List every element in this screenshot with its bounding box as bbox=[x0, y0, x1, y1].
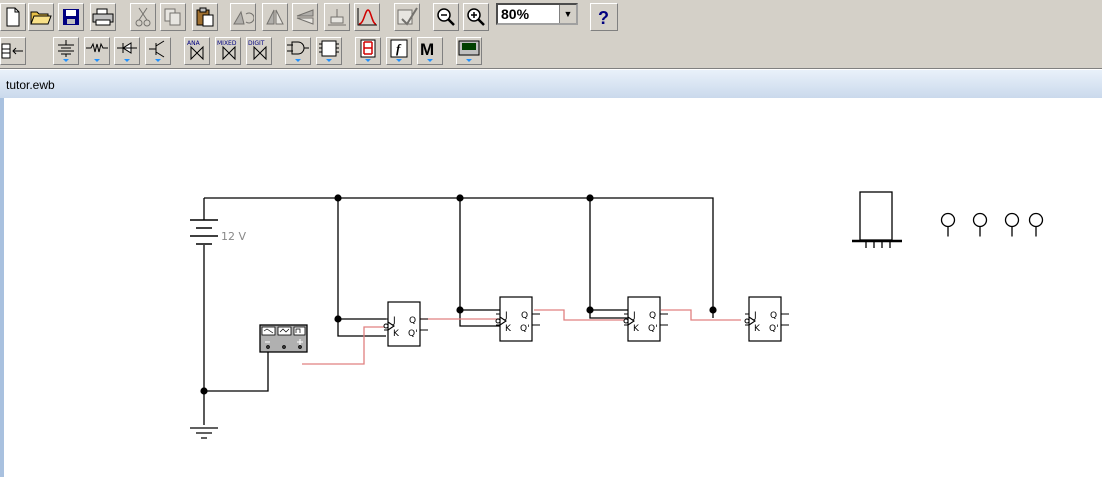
flipflop-pin-qn: Q' bbox=[520, 324, 530, 334]
flipflop-pin-qn: Q' bbox=[648, 324, 658, 334]
digital-bin-icon[interactable] bbox=[316, 37, 342, 65]
parts-toolbar: ANA MIXED DIGIT f M bbox=[0, 34, 1102, 69]
zoom-in-icon[interactable] bbox=[463, 3, 489, 31]
sources-bin-icon[interactable] bbox=[53, 37, 79, 65]
svg-text:M: M bbox=[420, 40, 434, 59]
miscellaneous-bin-icon[interactable]: M bbox=[417, 37, 443, 65]
zoom-out-icon[interactable] bbox=[433, 3, 459, 31]
svg-text:?: ? bbox=[598, 8, 609, 27]
jk-flipflop[interactable]: JKQQ' bbox=[383, 301, 428, 347]
jk-flipflop[interactable]: JKQQ' bbox=[495, 296, 540, 342]
flipflop-pin-q: Q bbox=[649, 311, 656, 321]
flip-horizontal-icon[interactable] bbox=[262, 3, 288, 31]
rotate-icon[interactable] bbox=[230, 3, 256, 31]
open-icon[interactable] bbox=[28, 3, 54, 31]
controls-bin-icon[interactable]: f bbox=[386, 37, 412, 65]
flipflop-pin-q: Q bbox=[521, 311, 528, 321]
mixed-ics-bin-icon[interactable]: MIXED bbox=[215, 37, 241, 65]
help-icon[interactable]: ? bbox=[590, 3, 618, 31]
graph-icon[interactable] bbox=[354, 3, 380, 31]
circuit-canvas[interactable]: 12 V J K Q Q' J K Q Q' J K Q Q' J K Q Q' bbox=[0, 98, 1102, 477]
zoom-select[interactable]: 80% ▼ bbox=[496, 3, 578, 25]
flipflop-pin-qn: Q' bbox=[408, 329, 418, 339]
document-title: tutor.ewb bbox=[6, 78, 55, 92]
flip-vertical-icon[interactable] bbox=[292, 3, 318, 31]
new-icon[interactable] bbox=[0, 3, 26, 31]
parts-bin-icon[interactable] bbox=[0, 37, 26, 65]
svg-text:MIXED: MIXED bbox=[217, 40, 237, 47]
flipflop-pin-j: J bbox=[392, 316, 396, 326]
indicators-bin-icon[interactable] bbox=[355, 37, 381, 65]
transistors-bin-icon[interactable] bbox=[145, 37, 171, 65]
flipflop-pin-q: Q bbox=[770, 311, 777, 321]
jk-flipflop[interactable]: JKQQ' bbox=[623, 296, 668, 342]
instruments-bin-icon[interactable] bbox=[456, 37, 482, 65]
jk-flipflop[interactable]: JKQQ' bbox=[744, 296, 789, 342]
zoom-value: 80% bbox=[501, 6, 530, 22]
component-properties-icon[interactable] bbox=[394, 3, 420, 31]
digital-ics-bin-icon[interactable]: DIGIT bbox=[246, 37, 272, 65]
save-icon[interactable] bbox=[58, 3, 84, 31]
flipflop-pin-j: J bbox=[753, 311, 757, 321]
basic-bin-icon[interactable] bbox=[84, 37, 110, 65]
copy-icon[interactable] bbox=[160, 3, 186, 31]
subcircuit-icon[interactable] bbox=[324, 3, 350, 31]
flipflop-pin-qn: Q' bbox=[769, 324, 779, 334]
document-title-bar[interactable]: tutor.ewb bbox=[0, 69, 1102, 98]
analog-ics-bin-icon[interactable]: ANA bbox=[184, 37, 210, 65]
cut-icon[interactable] bbox=[130, 3, 156, 31]
flipflop-pin-j: J bbox=[632, 311, 636, 321]
svg-text:ANA: ANA bbox=[187, 40, 201, 47]
flipflop-pin-j: J bbox=[504, 311, 508, 321]
chevron-down-icon[interactable]: ▼ bbox=[559, 5, 576, 23]
paste-icon[interactable] bbox=[192, 3, 218, 31]
logic-gates-bin-icon[interactable] bbox=[285, 37, 311, 65]
main-toolbar: 80% ▼ ? bbox=[0, 0, 1102, 34]
print-icon[interactable] bbox=[90, 3, 116, 31]
diodes-bin-icon[interactable] bbox=[114, 37, 140, 65]
flipflop-pin-q: Q bbox=[409, 316, 416, 326]
svg-text:DIGIT: DIGIT bbox=[248, 40, 265, 47]
